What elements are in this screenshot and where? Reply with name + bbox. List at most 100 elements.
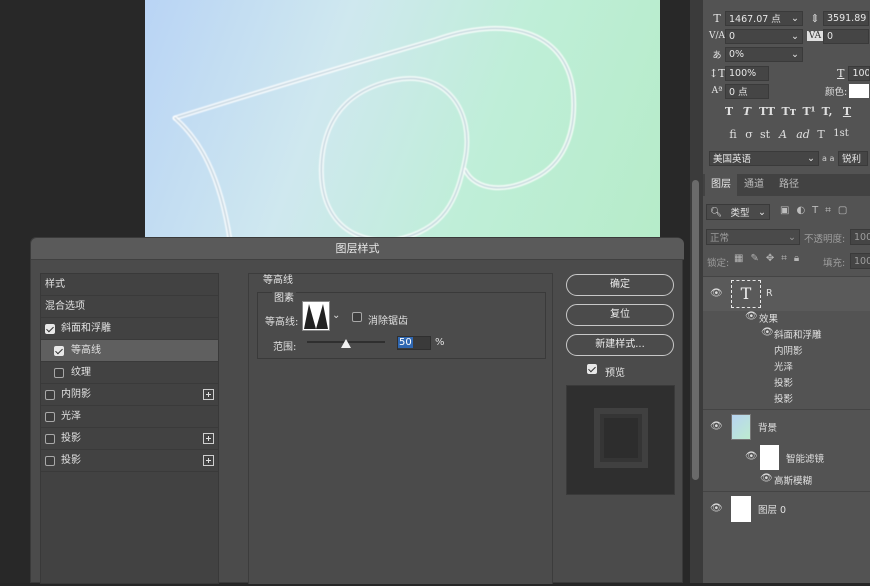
style-item-bevel-emboss[interactable]: 斜面和浮雕 (41, 318, 218, 340)
document-canvas[interactable] (145, 0, 660, 240)
language-select[interactable]: 美国英语 ⌄ (709, 150, 819, 166)
layer-filter-icons[interactable]: ▣◐T⌗▢ (780, 205, 870, 219)
leading-row: ⇕ 3591.89 (807, 10, 870, 26)
style-item-drop-shadow-2[interactable]: 投影 (41, 450, 218, 472)
discretionary-ligature-button[interactable]: σ (741, 128, 757, 141)
panel-scrollbar[interactable] (690, 0, 703, 583)
tab-paths[interactable]: 路径 (773, 174, 805, 196)
style-item-contour[interactable]: 等高线 (41, 340, 218, 362)
reset-button[interactable]: 复位 (566, 304, 674, 326)
layer-row-text[interactable]: 👁︎ T R (703, 277, 870, 311)
tab-layers[interactable]: 图层 (705, 174, 737, 196)
add-effect-icon[interactable] (203, 455, 214, 466)
all-caps-button[interactable]: TT (757, 105, 777, 118)
glass-text-artwork (172, 26, 577, 240)
effect-item[interactable]: 投影 (774, 391, 793, 405)
chevron-down-icon: ⌄ (332, 310, 341, 321)
style-item-texture[interactable]: 纹理 (41, 362, 218, 384)
vertical-scale-field[interactable]: 100% (725, 65, 769, 81)
effect-item[interactable]: 光泽 (774, 359, 793, 373)
antialias-select[interactable]: 锐利 (838, 150, 868, 166)
effect-item[interactable]: 斜面和浮雕 (774, 327, 822, 341)
smart-filters-row[interactable]: 👁︎ 智能滤镜 (703, 443, 870, 471)
subscript-button[interactable]: T, (819, 105, 835, 118)
kerning-field[interactable]: 0 ⌄ (725, 28, 803, 44)
style-item-satin[interactable]: 光泽 (41, 406, 218, 428)
layer-row-background[interactable]: 👁︎ 背景 (703, 409, 870, 443)
effects-eye-icon[interactable]: 👁︎ (745, 311, 758, 322)
add-effect-icon[interactable] (203, 389, 214, 400)
tracking-field[interactable]: 0 (823, 28, 869, 44)
opentype-buttons: fi σ st A ad T 1st (725, 128, 870, 144)
effect-item[interactable]: 投影 (774, 375, 793, 389)
text-color-swatch[interactable] (849, 84, 870, 98)
underline-button[interactable]: T (839, 105, 855, 118)
alternates-button[interactable]: ad (795, 128, 811, 141)
opacity-label: 不透明度: (804, 234, 846, 245)
styles-header[interactable]: 样式 (41, 274, 218, 296)
contour-curve-icon (304, 304, 328, 329)
checkbox[interactable] (45, 456, 55, 466)
smart-filters-label: 智能滤镜 (786, 454, 825, 465)
style-item-label: 内阴影 (61, 389, 91, 400)
smart-filter-eye-icon[interactable]: 👁︎ (745, 451, 758, 462)
lock-label: 锁定: (707, 258, 730, 269)
effect-eye-icon[interactable]: 👁︎ (761, 327, 774, 338)
faux-bold-button[interactable]: T (721, 105, 737, 118)
style-item-drop-shadow[interactable]: 投影 (41, 428, 218, 450)
checkbox[interactable] (45, 324, 55, 334)
layer-name: R (766, 288, 773, 299)
range-input[interactable]: 50 (397, 336, 431, 350)
blend-mode-select[interactable]: 正常 ⌄ (706, 229, 800, 245)
leading-field[interactable]: 3591.89 (823, 10, 869, 26)
antialias-icon: a a (822, 153, 835, 163)
baseline-shift-field[interactable]: 0 点 (725, 83, 769, 99)
checkbox[interactable] (45, 434, 55, 444)
font-size-field[interactable]: 1467.07 点 ⌄ (725, 10, 803, 26)
effect-item[interactable]: 内阴影 (774, 343, 803, 357)
baseline-shift-row: Aª 0 点 (709, 83, 781, 99)
ok-button[interactable]: 确定 (566, 274, 674, 296)
blend-mode-value: 正常 (710, 233, 730, 244)
range-slider[interactable] (307, 339, 385, 348)
swash-button[interactable]: A (775, 128, 791, 141)
add-effect-icon[interactable] (203, 433, 214, 444)
fill-field[interactable]: 100 (850, 253, 870, 269)
style-item-inner-shadow[interactable]: 内阴影 (41, 384, 218, 406)
superscript-button[interactable]: T¹ (801, 105, 817, 118)
blend-options-item[interactable]: 混合选项 (41, 296, 218, 318)
ligature-button[interactable]: fi (725, 128, 741, 141)
baseline-shift-value: 0 点 (729, 87, 748, 98)
titling-button[interactable]: T (813, 128, 829, 141)
gaussian-blur-row[interactable]: 👁︎ 高斯模糊 (703, 473, 870, 489)
new-style-button[interactable]: 新建样式... (566, 334, 674, 356)
scrollbar-thumb[interactable] (692, 180, 699, 480)
contour-picker[interactable]: ⌄ (302, 301, 340, 331)
horizontal-scale-field[interactable]: 100 (848, 65, 870, 81)
opacity-field[interactable]: 100 (850, 229, 870, 245)
visibility-eye-icon[interactable]: 👁︎ (710, 421, 723, 432)
stylistic-button[interactable]: st (757, 128, 773, 141)
tab-channels[interactable]: 通道 (738, 174, 770, 196)
layer-row-layer0[interactable]: 👁︎ 图层 0 (703, 491, 870, 525)
checkbox[interactable] (54, 368, 64, 378)
style-item-label: 投影 (61, 455, 81, 466)
range-slider-handle[interactable] (341, 339, 351, 348)
visibility-eye-icon[interactable]: 👁︎ (710, 503, 723, 514)
checkbox[interactable] (45, 412, 55, 422)
lock-icons[interactable]: ▦✎✥⌗🔒︎ (734, 253, 806, 264)
antialias-checkbox[interactable] (352, 312, 362, 322)
layer-filter-select[interactable]: 🔍︎ 类型 ⌄ (706, 204, 770, 220)
small-caps-button[interactable]: Tт (779, 105, 799, 118)
font-size-value: 1467.07 点 (729, 14, 781, 25)
ordinals-button[interactable]: 1st (831, 128, 851, 139)
preview-checkbox[interactable] (587, 364, 597, 374)
tsume-field[interactable]: 0% ⌄ (725, 46, 803, 62)
checkbox[interactable] (45, 390, 55, 400)
visibility-eye-icon[interactable]: 👁︎ (710, 288, 723, 299)
faux-italic-button[interactable]: T (739, 105, 755, 118)
filter-eye-icon[interactable]: 👁︎ (760, 473, 773, 484)
checkbox[interactable] (54, 346, 64, 356)
tsume-value: 0% (729, 48, 745, 60)
smart-object-thumbnail (731, 414, 751, 440)
